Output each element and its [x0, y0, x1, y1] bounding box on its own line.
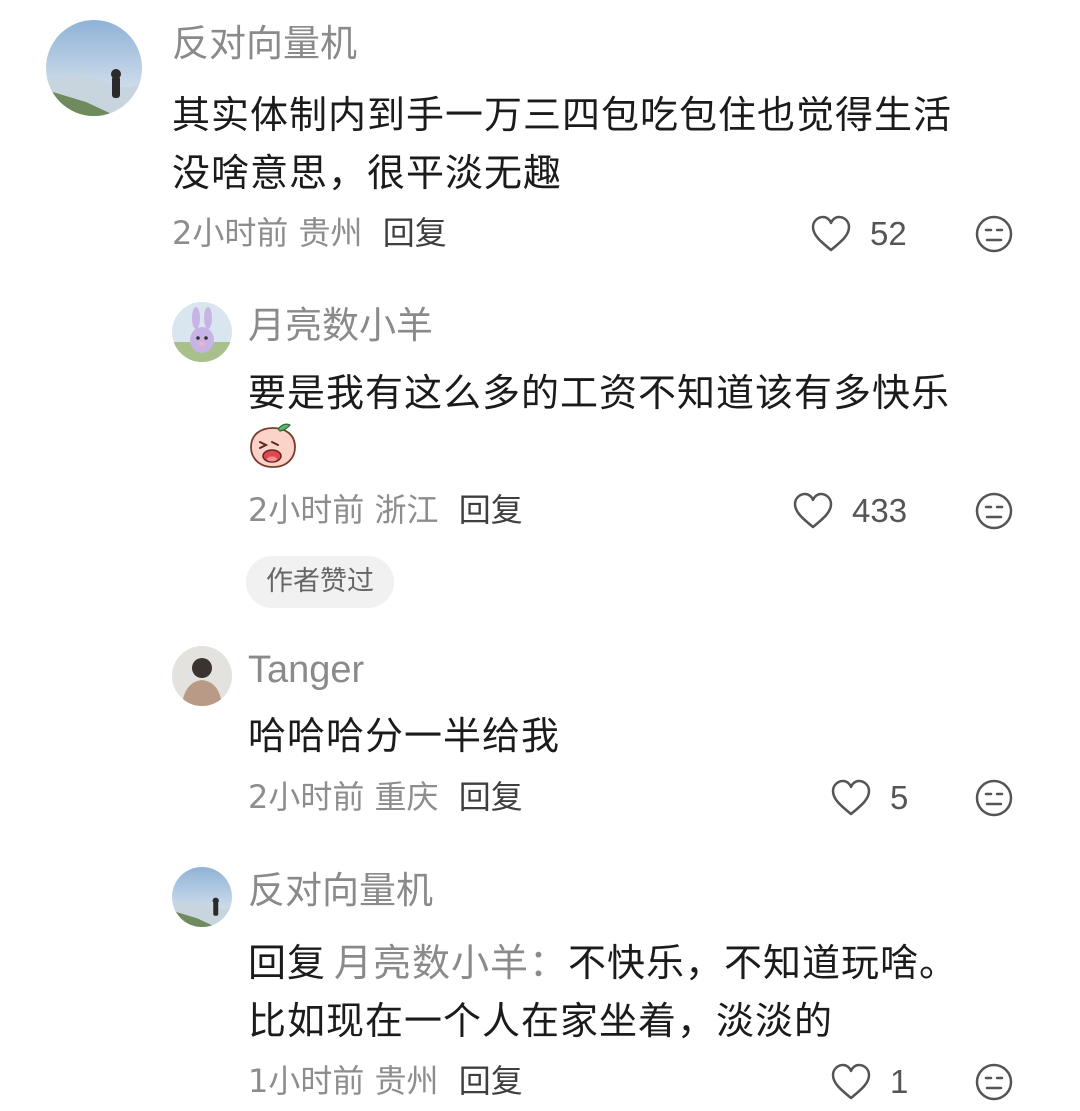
- comment-text: 哈哈哈分一半给我: [248, 707, 1028, 765]
- comment-text-line: 回复 月亮数小羊：不快乐，不知道玩啥。: [248, 934, 1048, 992]
- bunny-character-avatar-icon: [172, 302, 232, 362]
- dislike-button[interactable]: [974, 491, 1014, 531]
- comment-text-line: 其实体制内到手一万三四包吃包住也觉得生活: [172, 93, 953, 137]
- comment-username[interactable]: Tanger: [248, 646, 364, 694]
- mountain-landscape-avatar-icon: [46, 20, 142, 116]
- reply-button[interactable]: 回复: [383, 214, 447, 252]
- meh-face-icon: [975, 1063, 1013, 1101]
- comment-username[interactable]: 反对向量机: [248, 867, 433, 915]
- user-avatar[interactable]: [46, 20, 142, 116]
- like-count: 1: [890, 1063, 909, 1100]
- comment-location: 贵州: [374, 1062, 439, 1100]
- like-count: 5: [890, 779, 909, 816]
- comment-location: 重庆: [374, 778, 439, 816]
- crying-peach-sticker-icon: [248, 420, 298, 470]
- heart-icon: [831, 779, 871, 816]
- user-avatar[interactable]: [172, 302, 232, 362]
- reply-button[interactable]: 回复: [459, 491, 523, 529]
- comment-time: 1小时前: [248, 1062, 365, 1100]
- heart-icon: [831, 1063, 871, 1100]
- comment-text-line: 哈哈哈分一半给我: [248, 714, 561, 758]
- comment-text: 回复 月亮数小羊：不快乐，不知道玩啥。 比如现在一个人在家坐着，淡淡的: [248, 934, 1048, 1050]
- comment-meta: 2小时前 贵州 回复: [172, 213, 447, 253]
- meh-face-icon: [975, 492, 1013, 530]
- comment-text: 其实体制内到手一万三四包吃包住也觉得生活 没啥意思，很平淡无趣: [172, 86, 1032, 202]
- heart-icon: [793, 492, 833, 529]
- comment-time: 2小时前: [248, 491, 365, 529]
- comment-location: 浙江: [374, 491, 439, 529]
- like-button[interactable]: 1: [830, 1060, 908, 1104]
- user-avatar[interactable]: [172, 867, 232, 927]
- comment-username[interactable]: 反对向量机: [172, 20, 357, 68]
- like-count: 52: [870, 215, 907, 252]
- comment-text-line: 要是我有这么多的工资不知道该有多快乐: [248, 371, 951, 415]
- comment-meta: 2小时前 浙江 回复: [248, 490, 523, 530]
- mention-link[interactable]: 月亮数小羊：: [334, 941, 568, 985]
- dislike-button[interactable]: [974, 778, 1014, 818]
- mountain-landscape-avatar-icon: [172, 867, 232, 927]
- like-button[interactable]: 52: [810, 212, 907, 256]
- comment-meta: 1小时前 贵州 回复: [248, 1061, 523, 1101]
- comment-text-line: 没啥意思，很平淡无趣: [172, 151, 563, 195]
- meh-face-icon: [975, 215, 1013, 253]
- comment-text-segment: 不快乐，不知道玩啥。: [568, 941, 959, 985]
- comment-text: 要是我有这么多的工资不知道该有多快乐: [248, 364, 1028, 422]
- user-avatar[interactable]: [172, 646, 232, 706]
- comment-username[interactable]: 月亮数小羊: [248, 302, 433, 350]
- reply-button[interactable]: 回复: [459, 778, 523, 816]
- comment-time: 2小时前: [172, 214, 289, 252]
- person-photo-avatar-icon: [172, 646, 232, 706]
- comment-location: 贵州: [298, 214, 363, 252]
- meh-face-icon: [975, 779, 1013, 817]
- reply-button[interactable]: 回复: [459, 1062, 523, 1100]
- comment-meta: 2小时前 重庆 回复: [248, 777, 523, 817]
- like-button[interactable]: 433: [792, 489, 907, 533]
- dislike-button[interactable]: [974, 1062, 1014, 1102]
- like-count: 433: [852, 492, 908, 529]
- author-liked-badge: 作者赞过: [246, 556, 394, 608]
- comment-time: 2小时前: [248, 778, 365, 816]
- reply-prefix: 回复: [248, 941, 327, 985]
- comment-text-line: 比如现在一个人在家坐着，淡淡的: [248, 999, 834, 1043]
- heart-icon: [811, 215, 851, 252]
- like-button[interactable]: 5: [830, 776, 908, 820]
- dislike-button[interactable]: [974, 214, 1014, 254]
